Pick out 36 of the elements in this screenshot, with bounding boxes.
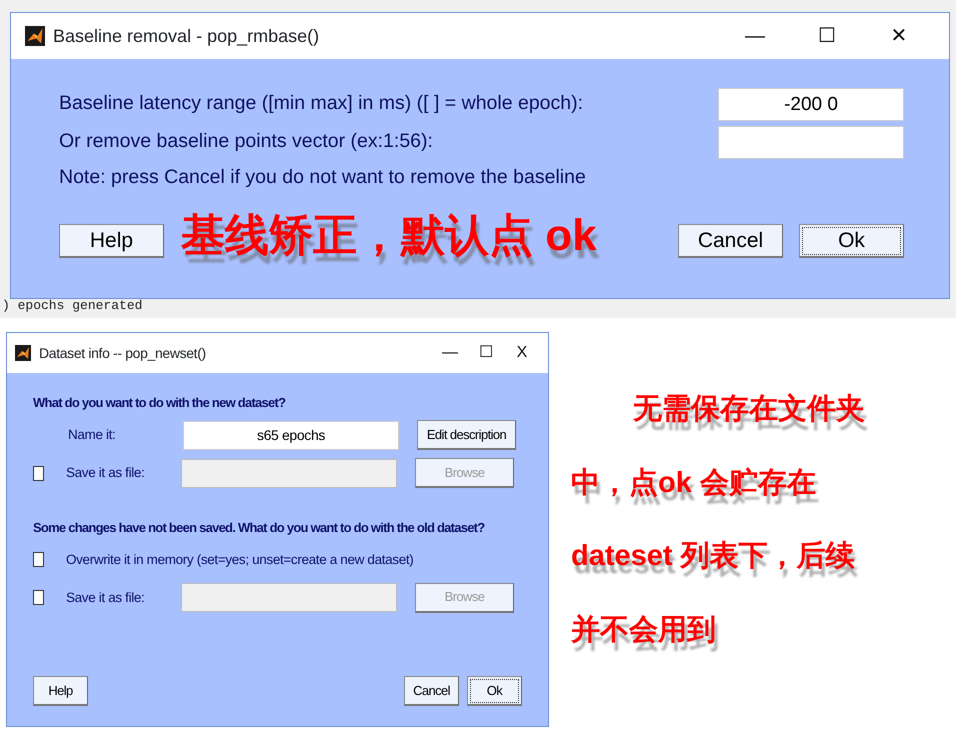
console-text: ) epochs generated	[2, 297, 142, 315]
section-heading: What do you want to do with the new dataset?	[33, 395, 286, 411]
minimize-button[interactable]: —	[432, 344, 468, 362]
dialog-button[interactable]: Cancel	[404, 676, 459, 706]
annotation-text: 基线矫正，默认点 ok	[181, 210, 597, 262]
checkbox[interactable]	[33, 552, 44, 568]
close-button[interactable]: X	[504, 344, 540, 362]
input-field[interactable]: -200 0	[718, 88, 904, 120]
dialog-button[interactable]: Edit description	[417, 420, 516, 450]
annotation-text: 无需保存在文件夹	[632, 392, 865, 427]
minimize-button[interactable]: —	[719, 25, 791, 47]
app-icon	[25, 26, 45, 46]
input-field[interactable]: s65 epochs	[183, 420, 399, 450]
field-label: Baseline latency range ([min max] in ms) ([ ] = whole epoch):	[59, 91, 584, 116]
field-label: Overwrite it in memory (set=yes; unset=create a new dataset)	[66, 550, 414, 569]
field-label: Or remove baseline points vector (ex:1:56):	[59, 129, 433, 154]
window-title: Baseline removal - pop_rmbase()	[53, 24, 320, 48]
note-text: Note: press Cancel if you do not want to remove the baseline	[59, 165, 587, 190]
maximize-button[interactable]: ☐	[468, 344, 504, 362]
dialog-button[interactable]: Help	[33, 676, 88, 706]
annotation-text: 并不会用到	[571, 612, 717, 648]
field-label: Name it:	[68, 426, 116, 444]
close-button[interactable]: ✕	[863, 25, 935, 47]
dialog-button[interactable]: Cancel	[678, 224, 783, 258]
dialog-button[interactable]: Ok	[467, 676, 522, 706]
annotation-text: dateset 列表下，后续	[571, 539, 856, 574]
annotation-text: 中，点ok 会贮存在	[571, 466, 817, 500]
maximize-button[interactable]: ☐	[791, 25, 863, 47]
section-heading: Some changes have not been saved. What do you want to do with the old dataset?	[33, 520, 486, 536]
dialog-button[interactable]: Ok	[799, 224, 904, 258]
field-label: Save it as file:	[66, 588, 146, 607]
input-field[interactable]	[718, 126, 904, 158]
window-title: Dataset info -- pop_newset()	[39, 344, 207, 363]
field-label: Save it as file:	[66, 464, 146, 482]
app-icon	[15, 345, 31, 361]
dialog-button[interactable]: Help	[59, 224, 164, 258]
